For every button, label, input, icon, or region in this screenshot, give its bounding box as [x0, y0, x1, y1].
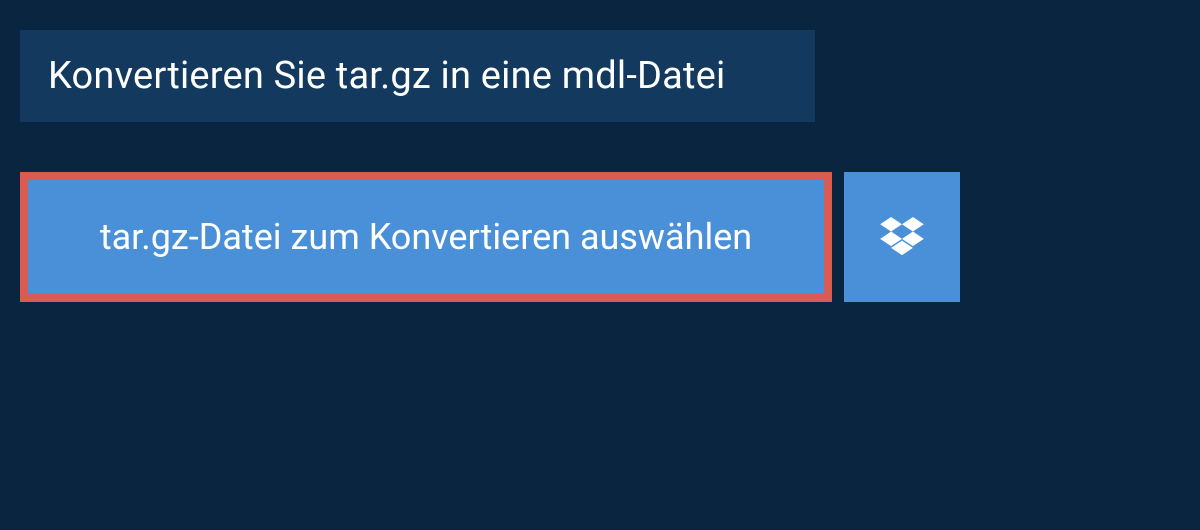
header: Konvertieren Sie tar.gz in eine mdl-Date…	[20, 30, 815, 122]
dropbox-icon	[880, 217, 924, 257]
dropbox-button[interactable]	[844, 172, 960, 302]
page-title: Konvertieren Sie tar.gz in eine mdl-Date…	[48, 54, 787, 98]
select-file-button[interactable]: tar.gz-Datei zum Konvertieren auswählen	[20, 172, 832, 302]
converter-panel: Konvertieren Sie tar.gz in eine mdl-Date…	[20, 30, 980, 302]
button-row: tar.gz-Datei zum Konvertieren auswählen	[20, 172, 960, 302]
